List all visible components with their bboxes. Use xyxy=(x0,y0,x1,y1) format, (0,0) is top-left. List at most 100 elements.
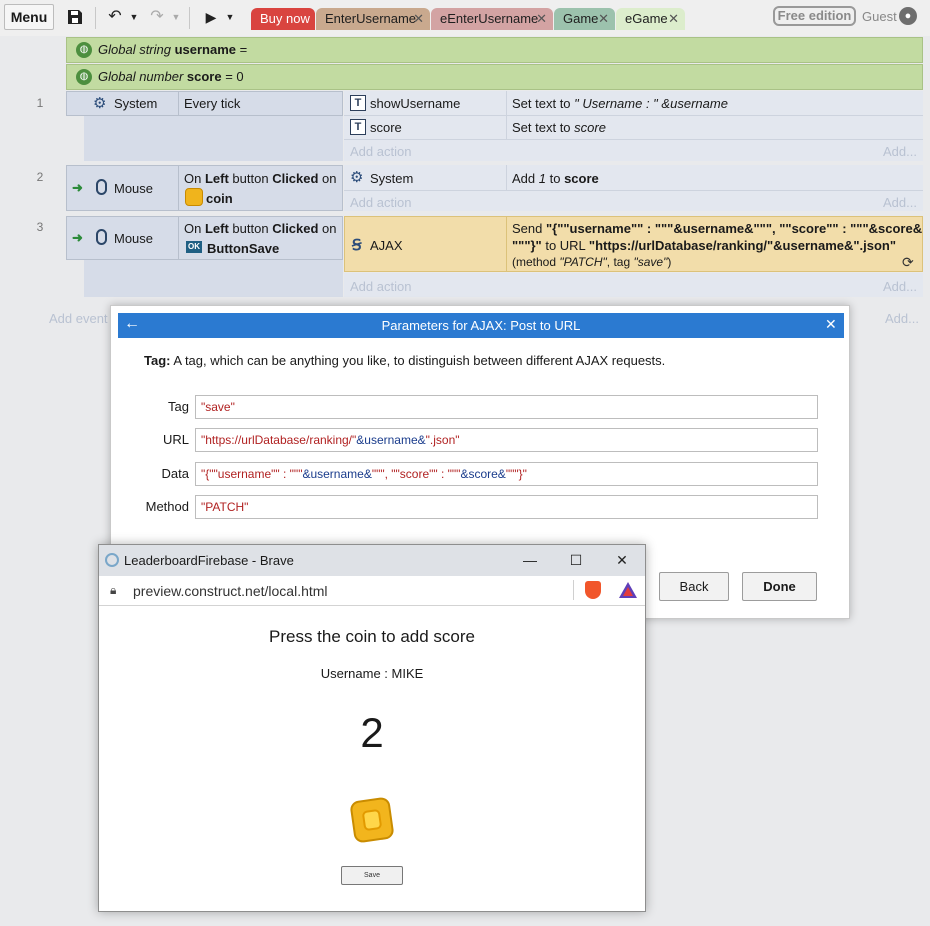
method-field[interactable]: "PATCH" xyxy=(195,495,818,519)
username-text: Username : MIKE xyxy=(320,666,424,681)
close-icon[interactable]: ✕ xyxy=(413,8,424,30)
cond-part: Left xyxy=(204,171,229,186)
action-var: username xyxy=(670,96,728,111)
tab-egame[interactable]: eGame ✕ xyxy=(616,8,685,30)
coin-image[interactable] xyxy=(349,796,395,844)
browser-titlebar[interactable]: LeaderboardFirebase - Brave — ☐ ✕ xyxy=(99,545,645,576)
address-bar[interactable]: 🔒︎ preview.construct.net/local.html xyxy=(99,576,645,606)
tab-e-enter-username[interactable]: eEnterUsername ✕ xyxy=(431,8,553,30)
field-var: &username& xyxy=(356,433,426,447)
action-url: "https://urlDatabase/ranking/"&username&… xyxy=(588,238,897,253)
tab-game[interactable]: Game ✕ xyxy=(554,8,615,30)
globe-icon: ◍ xyxy=(76,69,92,85)
text-object-icon: T xyxy=(350,95,366,111)
cond-part: on xyxy=(318,171,337,186)
action-object[interactable]: score xyxy=(370,120,402,135)
var-name: score xyxy=(186,69,222,84)
action-text[interactable]: Add 1 to score xyxy=(512,171,599,186)
tab-buy-now[interactable]: Buy now xyxy=(251,8,315,30)
condition-target: coin xyxy=(206,191,233,206)
add-dots-link[interactable]: Add... xyxy=(885,311,919,326)
play-dropdown-icon[interactable]: ▼ xyxy=(225,2,235,32)
event-2-actions xyxy=(344,165,923,211)
menu-button[interactable]: Menu xyxy=(4,4,54,30)
field-string: """}" xyxy=(505,467,527,481)
cond-part: on xyxy=(318,221,337,236)
save-button[interactable]: Save xyxy=(341,866,403,885)
global-var-username[interactable]: ◍ Global string username = xyxy=(66,37,923,63)
done-button[interactable]: Done xyxy=(742,572,817,601)
trigger-arrow-icon: ➜ xyxy=(72,180,83,195)
tab-enter-username[interactable]: EnterUsername ✕ xyxy=(316,8,430,30)
add-dots-link[interactable]: Add... xyxy=(883,144,917,159)
action-verb: Set text to xyxy=(512,96,575,111)
field-string: """, ""score"" : """ xyxy=(371,467,461,481)
close-icon[interactable]: ✕ xyxy=(668,8,679,30)
add-dots-link[interactable]: Add... xyxy=(883,279,917,294)
action-part: ) xyxy=(667,255,672,269)
tag-label: Tag xyxy=(168,399,189,414)
add-action-link[interactable]: Add action xyxy=(350,279,411,294)
mouse-icon xyxy=(96,229,107,245)
game-heading: Press the coin to add score xyxy=(268,627,475,646)
back-button[interactable]: Back xyxy=(659,572,729,601)
var-suffix: = xyxy=(236,42,248,57)
tag-field[interactable]: "save" xyxy=(195,395,818,419)
data-field[interactable]: "{""username"" : """&username&""", ""sco… xyxy=(195,462,818,486)
gear-icon: ⚙ xyxy=(93,95,107,112)
action-num: 1 xyxy=(538,171,546,186)
url-field[interactable]: "https://urlDatabase/ranking/"&username&… xyxy=(195,428,818,452)
action-part: (method xyxy=(512,255,560,269)
action-text[interactable]: Set text to score xyxy=(512,120,606,135)
action-tag: "save" xyxy=(633,255,668,269)
save-icon[interactable] xyxy=(64,2,86,36)
action-method: "PATCH" xyxy=(559,255,607,269)
globe-icon: ◍ xyxy=(76,42,92,58)
user-icon[interactable]: ● xyxy=(899,7,917,25)
event-3-condition-area[interactable] xyxy=(84,260,343,297)
add-action-link[interactable]: Add action xyxy=(350,144,411,159)
add-dots-link[interactable]: Add... xyxy=(883,195,917,210)
cond-part: On xyxy=(184,221,205,236)
close-icon[interactable]: ✕ xyxy=(598,8,609,30)
global-var-score[interactable]: ◍ Global number score = 0 xyxy=(66,64,923,90)
cond-part: Left xyxy=(204,221,229,236)
play-icon[interactable]: ▶ xyxy=(201,2,221,32)
undo-dropdown-icon[interactable]: ▼ xyxy=(129,2,139,32)
action-var: score xyxy=(564,171,599,186)
event-1-condition-area[interactable] xyxy=(84,116,343,161)
free-edition-badge[interactable]: Free edition xyxy=(773,6,856,26)
desc-text: A tag, which can be anything you like, t… xyxy=(170,353,666,368)
event-3-add-row xyxy=(344,273,923,297)
coin-icon xyxy=(185,188,203,206)
event-number: 1 xyxy=(36,96,44,110)
action-var: score xyxy=(574,120,606,135)
guest-label[interactable]: Guest xyxy=(862,9,897,24)
action-data: """}" xyxy=(512,238,542,253)
action-object[interactable]: System xyxy=(370,171,413,186)
redo-icon[interactable]: ↷ xyxy=(146,2,168,32)
close-icon[interactable]: ✕ xyxy=(536,8,547,30)
field-string: "https://urlDatabase/ranking/" xyxy=(201,433,357,447)
loading-icon xyxy=(105,553,119,567)
dialog-description: Tag: A tag, which can be anything you li… xyxy=(144,353,665,368)
close-icon[interactable]: ✕ xyxy=(611,549,633,571)
close-icon[interactable]: ✕ xyxy=(825,316,837,333)
url-text[interactable]: preview.construct.net/local.html xyxy=(133,583,328,599)
minimize-icon[interactable]: — xyxy=(519,549,541,571)
action-text[interactable]: Set text to " Username : " &username xyxy=(512,96,728,111)
action-object[interactable]: AJAX xyxy=(370,238,403,253)
cond-part: button xyxy=(228,171,273,186)
add-event-link[interactable]: Add event xyxy=(49,311,108,326)
redo-dropdown-icon[interactable]: ▼ xyxy=(171,2,181,32)
add-action-link[interactable]: Add action xyxy=(350,195,411,210)
undo-icon[interactable]: ↶ xyxy=(104,2,126,32)
condition-object: System xyxy=(114,96,158,111)
var-name: username xyxy=(174,42,237,57)
url-label: URL xyxy=(162,432,189,447)
brave-shield-icon[interactable] xyxy=(585,581,601,599)
condition-object: Mouse xyxy=(114,231,154,246)
brave-rewards-icon[interactable] xyxy=(618,581,638,602)
maximize-icon[interactable]: ☐ xyxy=(565,549,587,571)
action-object[interactable]: showUsername xyxy=(370,96,460,111)
